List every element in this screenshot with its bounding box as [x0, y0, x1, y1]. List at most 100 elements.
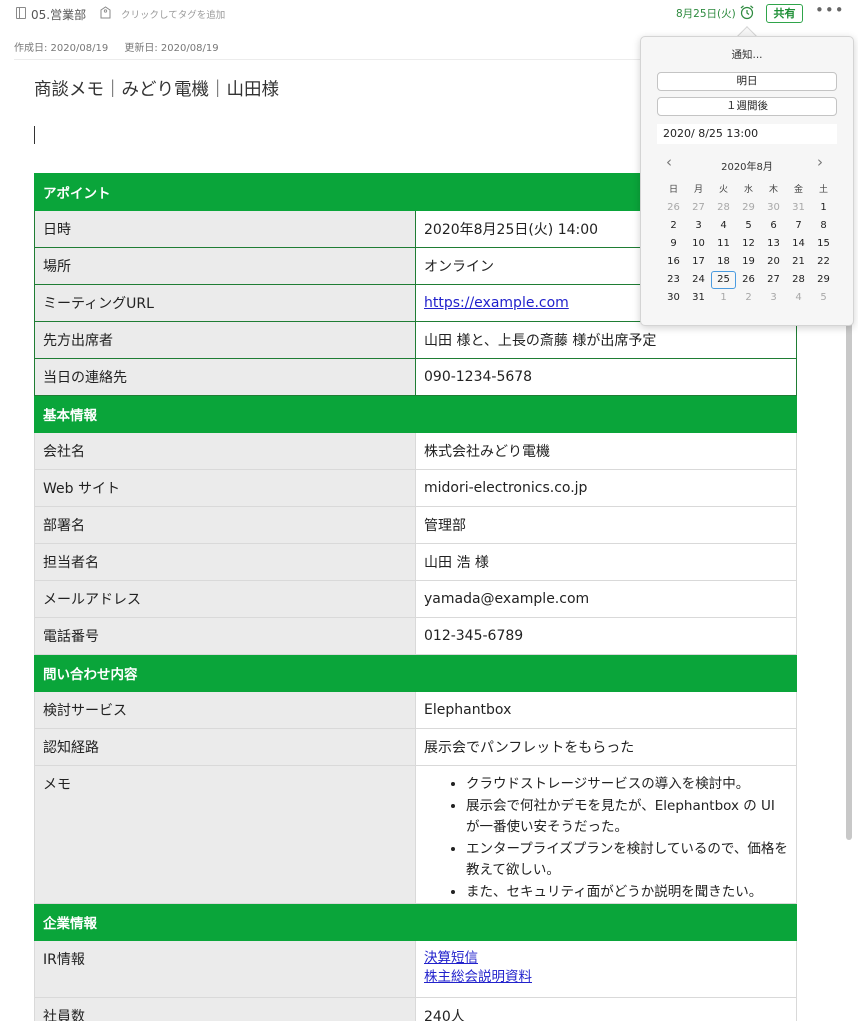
row-label[interactable]: ミーティングURL — [34, 284, 416, 322]
row-label[interactable]: 場所 — [34, 247, 416, 285]
notebook-name[interactable]: 05.営業部 — [31, 6, 86, 23]
calendar-day[interactable]: 9 — [661, 235, 686, 253]
ir-link[interactable]: 株主総会説明資料 — [424, 968, 788, 987]
share-button[interactable]: 共有 — [766, 4, 803, 23]
section-header-cell[interactable] — [415, 903, 797, 941]
row-value[interactable]: 山田 浩 様 — [415, 543, 797, 581]
calendar-day[interactable]: 26 — [736, 271, 761, 289]
calendar-day[interactable]: 5 — [736, 217, 761, 235]
calendar-day[interactable]: 27 — [761, 271, 786, 289]
row-label[interactable]: IR情報 — [34, 940, 416, 998]
row-value[interactable]: 012-345-6789 — [415, 617, 797, 655]
reminder-date[interactable]: 8月25日(火) — [676, 6, 736, 21]
row-value[interactable]: midori-electronics.co.jp — [415, 469, 797, 507]
row-label[interactable]: 検討サービス — [34, 691, 416, 729]
calendar-day[interactable]: 8 — [811, 217, 836, 235]
calendar-day[interactable]: 20 — [761, 253, 786, 271]
calendar-day[interactable]: 17 — [686, 253, 711, 271]
calendar-day[interactable]: 2 — [661, 217, 686, 235]
next-week-button[interactable]: １週間後 — [657, 97, 837, 116]
row-label[interactable]: 社員数 — [34, 997, 416, 1021]
calendar-day[interactable]: 7 — [786, 217, 811, 235]
calendar-day[interactable]: 12 — [736, 235, 761, 253]
calendar-day[interactable]: 11 — [711, 235, 736, 253]
note-title[interactable]: 商談メモ｜みどり電機｜山田様 — [34, 76, 279, 101]
row-value[interactable]: 管理部 — [415, 506, 797, 544]
row-label[interactable]: 担当者名 — [34, 543, 416, 581]
calendar-day[interactable]: 26 — [661, 199, 686, 217]
row-label[interactable]: 認知経路 — [34, 728, 416, 766]
calendar-day[interactable]: 31 — [786, 199, 811, 217]
ir-link[interactable]: 決算短信 — [424, 949, 788, 968]
calendar-day[interactable]: 13 — [761, 235, 786, 253]
row-value[interactable]: クラウドストレージサービスの導入を検討中。 展示会で何社かデモを見たが、Elep… — [415, 765, 797, 904]
calendar-day[interactable]: 18 — [711, 253, 736, 271]
calendar-day[interactable]: 15 — [811, 235, 836, 253]
row-value[interactable]: 株式会社みどり電機 — [415, 432, 797, 470]
list-item[interactable]: また、セキュリティ面がどうか説明を聞きたい。 — [466, 882, 788, 904]
calendar-day[interactable]: 30 — [761, 199, 786, 217]
row-label[interactable]: Web サイト — [34, 469, 416, 507]
row-label[interactable]: 当日の連絡先 — [34, 358, 416, 396]
calendar-day[interactable]: 31 — [686, 289, 711, 307]
calendar-day[interactable]: 1 — [811, 199, 836, 217]
section-title[interactable]: 基本情報 — [34, 395, 416, 433]
row-label[interactable]: メールアドレス — [34, 580, 416, 618]
calendar-day[interactable]: 6 — [761, 217, 786, 235]
row-label[interactable]: 日時 — [34, 210, 416, 248]
row-value[interactable]: yamada@example.com — [415, 580, 797, 618]
calendar-day[interactable]: 21 — [786, 253, 811, 271]
calendar-day[interactable]: 29 — [811, 271, 836, 289]
calendar-day[interactable]: 24 — [686, 271, 711, 289]
more-options-button[interactable]: ••• — [815, 1, 844, 21]
calendar-day[interactable]: 3 — [761, 289, 786, 307]
row-value[interactable]: 展示会でパンフレットをもらった — [415, 728, 797, 766]
list-item[interactable]: クラウドストレージサービスの導入を検討中。 — [466, 774, 788, 796]
row-value[interactable]: 090-1234-5678 — [415, 358, 797, 396]
scrollbar-thumb[interactable] — [846, 320, 852, 840]
calendar-day[interactable]: 2 — [736, 289, 761, 307]
row-value[interactable]: 決算短信 株主総会説明資料 — [415, 940, 797, 998]
calendar-day-selected[interactable]: 25 — [711, 271, 736, 289]
calendar-day[interactable]: 27 — [686, 199, 711, 217]
calendar-day[interactable]: 16 — [661, 253, 686, 271]
calendar-day[interactable]: 14 — [786, 235, 811, 253]
tag-icon[interactable] — [100, 6, 111, 19]
row-value[interactable]: 山田 様と、上長の斎藤 様が出席予定 — [415, 321, 797, 359]
row-label[interactable]: 会社名 — [34, 432, 416, 470]
section-header-cell[interactable] — [415, 395, 797, 433]
calendar-day[interactable]: 28 — [786, 271, 811, 289]
section-header-cell[interactable] — [415, 654, 797, 692]
calendar-day[interactable]: 3 — [686, 217, 711, 235]
meeting-url-link[interactable]: https://example.com — [424, 295, 569, 311]
calendar-day[interactable]: 4 — [711, 217, 736, 235]
row-label[interactable]: 先方出席者 — [34, 321, 416, 359]
row-label[interactable]: メモ — [34, 765, 416, 904]
calendar-day[interactable]: 28 — [711, 199, 736, 217]
calendar-day[interactable]: 10 — [686, 235, 711, 253]
add-tag-hint[interactable]: クリックしてタグを追加 — [121, 7, 225, 21]
section-title[interactable]: アポイント — [34, 173, 416, 211]
calendar-day[interactable]: 19 — [736, 253, 761, 271]
calendar-day[interactable]: 22 — [811, 253, 836, 271]
list-item[interactable]: エンタープライズプランを検討しているので、価格を教えて欲しい。 — [466, 839, 788, 882]
calendar-day[interactable]: 4 — [786, 289, 811, 307]
row-value[interactable]: Elephantbox — [415, 691, 797, 729]
calendar-day[interactable]: 23 — [661, 271, 686, 289]
calendar-day[interactable]: 1 — [711, 289, 736, 307]
calendar-day[interactable]: 29 — [736, 199, 761, 217]
section-title[interactable]: 企業情報 — [34, 903, 416, 941]
section-title[interactable]: 問い合わせ内容 — [34, 654, 416, 692]
note-metadata: 作成日: 2020/08/19 更新日: 2020/08/19 — [14, 39, 219, 54]
list-item[interactable]: 展示会で何社かデモを見たが、Elephantbox の UI が一番使い安そうだ… — [466, 796, 788, 839]
calendar-day[interactable]: 30 — [661, 289, 686, 307]
row-value[interactable]: 240人 — [415, 997, 797, 1021]
chevron-right-icon[interactable]: › — [817, 153, 823, 171]
row-label[interactable]: 電話番号 — [34, 617, 416, 655]
alarm-clock-icon[interactable] — [739, 4, 755, 20]
calendar-day[interactable]: 5 — [811, 289, 836, 307]
reminder-datetime-field[interactable]: 2020/ 8/25 13:00 — [657, 124, 837, 144]
table-row: 当日の連絡先 090-1234-5678 — [34, 358, 797, 396]
tomorrow-button[interactable]: 明日 — [657, 72, 837, 91]
row-label[interactable]: 部署名 — [34, 506, 416, 544]
